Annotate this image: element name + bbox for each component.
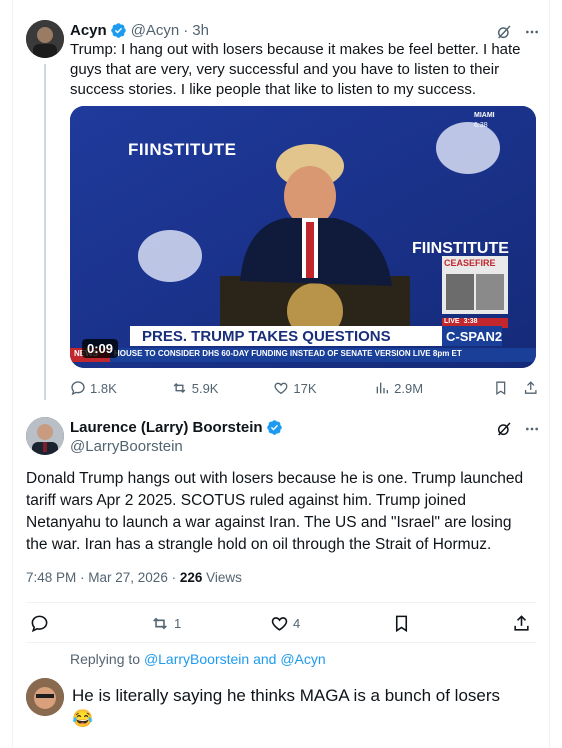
repost-count: 1 — [174, 616, 182, 631]
views-metric[interactable]: 2.9M — [374, 380, 471, 396]
more-options-icon[interactable] — [524, 421, 540, 437]
author-handle[interactable]: @Acyn — [131, 22, 180, 39]
heart-icon — [271, 617, 288, 631]
author-name[interactable]: Acyn — [70, 22, 107, 39]
parent-tweet-text: Trump: I hang out with losers because it… — [70, 41, 521, 98]
live-indicator: LIVE 3:38 — [444, 318, 478, 325]
repost-button[interactable]: 1 — [150, 614, 270, 633]
parent-tweet-header: Acyn @Acyn · 3h — [70, 22, 209, 39]
location-label: MIAMI — [474, 112, 495, 119]
banner-brand: C-SPAN2 — [446, 329, 503, 344]
reply-icon — [31, 615, 48, 633]
thread-line — [44, 64, 46, 400]
repost-metric[interactable]: 5.9K — [171, 380, 274, 396]
video-player[interactable]: FIINSTITUTE FIINSTITUTE MIAMI 6:38 CEASE… — [70, 106, 536, 368]
live-label: LIVE — [444, 318, 460, 325]
verified-badge-icon — [266, 420, 282, 435]
main-actions: 1 4 — [30, 614, 536, 633]
replying-prefix: Replying to — [70, 651, 144, 667]
replying-to-link[interactable]: @LarryBoorstein — [144, 651, 249, 667]
reply-metric[interactable]: 1.8K — [70, 380, 171, 396]
main-tweet-text: Donald Trump hangs out with losers becau… — [26, 468, 542, 556]
like-count: 17K — [293, 380, 317, 396]
main-top-icons — [496, 421, 540, 437]
inset-label: CEASEFIRE — [444, 258, 496, 268]
main-tweet-line: the war. Iran has a strangle hold on oil… — [26, 536, 492, 553]
verified-badge-icon — [110, 23, 126, 38]
grok-icon[interactable] — [496, 24, 512, 40]
repost-count: 5.9K — [191, 380, 219, 396]
divider — [26, 602, 536, 603]
reply-avatar[interactable] — [26, 678, 64, 716]
bookmark-icon[interactable] — [493, 380, 509, 396]
reply-count: 1.8K — [90, 380, 117, 396]
views-count: 226 — [179, 570, 203, 585]
share-icon — [514, 615, 529, 631]
reply-icon — [71, 381, 85, 396]
repost-icon — [153, 617, 167, 630]
replying-and: and — [249, 651, 281, 667]
repost-icon — [173, 383, 186, 393]
parent-top-icons — [496, 24, 540, 40]
ticker-text: HOUSE TO CONSIDER DHS 60-DAY FUNDING INS… — [114, 349, 462, 358]
main-author-handle[interactable]: @LarryBoorstein — [70, 438, 183, 455]
reply-text: He is literally saying he thinks MAGA is… — [72, 684, 542, 730]
share-icon[interactable] — [523, 380, 539, 396]
parent-metrics: 1.8K 5.9K 17K 2.9M — [70, 380, 538, 396]
boorstein-avatar[interactable] — [26, 417, 64, 455]
bookmark-button[interactable] — [392, 614, 512, 633]
heart-icon — [274, 382, 288, 395]
like-metric[interactable]: 17K — [273, 380, 374, 396]
views-icon — [376, 382, 389, 394]
like-count: 4 — [293, 616, 301, 631]
replying-to: Replying to @LarryBoorstein and @Acyn — [70, 651, 326, 667]
like-button[interactable]: 4 — [270, 614, 392, 633]
banner-title: PRES. TRUMP TAKES QUESTIONS — [142, 328, 391, 345]
main-tweet-line: Netanyahu to launch a war against Iran. … — [26, 514, 512, 531]
tweet-timestamp[interactable]: 7:48 PM · Mar 27, 2026 · — [26, 570, 180, 585]
reply-button[interactable] — [30, 614, 150, 633]
acyn-avatar[interactable] — [26, 20, 64, 58]
bookmark-icon — [395, 615, 408, 633]
main-tweet-line: tariff wars Apr 2 2025. SCOTUS ruled aga… — [26, 492, 466, 509]
views-count: 2.9M — [394, 380, 424, 396]
main-tweet-line: Donald Trump hangs out with losers becau… — [26, 470, 524, 487]
video-duration: 0:09 — [82, 339, 119, 358]
views-label: Views — [202, 570, 242, 585]
laughing-emoji-icon: 😂 — [72, 709, 94, 728]
divider — [26, 642, 536, 643]
grok-icon[interactable] — [496, 421, 512, 437]
author-name[interactable]: Laurence (Larry) Boorstein — [70, 419, 263, 436]
header-separator: · — [183, 22, 189, 39]
logo-text: FIINSTITUTE — [128, 140, 237, 159]
live-time: 3:38 — [463, 318, 478, 325]
tweet-meta: 7:48 PM · Mar 27, 2026 · 226 Views — [26, 570, 242, 585]
share-button[interactable] — [512, 614, 531, 633]
clock-label: 6:38 — [474, 122, 488, 129]
more-options-icon[interactable] — [524, 24, 540, 40]
reply-body: He is literally saying he thinks MAGA is… — [72, 686, 501, 705]
main-tweet-header: Laurence (Larry) Boorstein — [70, 419, 283, 436]
replying-to-link[interactable]: @Acyn — [280, 651, 325, 667]
logo-text-2: FIINSTITUTE — [412, 240, 509, 257]
tweet-time[interactable]: 3h — [192, 22, 209, 39]
